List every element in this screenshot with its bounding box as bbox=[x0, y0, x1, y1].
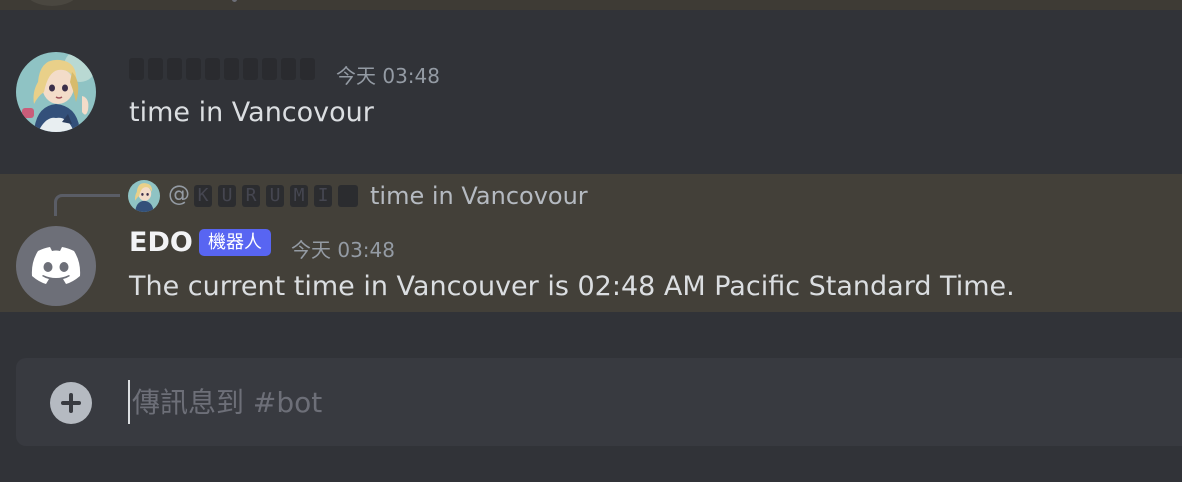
bot-avatar[interactable] bbox=[16, 226, 96, 306]
user-avatar[interactable] bbox=[16, 52, 96, 132]
previous-message-edge bbox=[0, 0, 1182, 10]
message-composer bbox=[16, 358, 1182, 446]
partial-avatar bbox=[26, 0, 78, 6]
reply-user-avatar[interactable] bbox=[128, 180, 160, 212]
reply-mention-prefix[interactable]: @ bbox=[168, 182, 190, 207]
message-item[interactable]: 今天 03:48 time in Vancovour bbox=[0, 36, 1182, 154]
message-timestamp: 今天 03:48 bbox=[336, 64, 440, 88]
message-content: The current time in Vancouver is 02:48 A… bbox=[129, 271, 1015, 302]
reply-mention-redacted[interactable]: KUR UMI bbox=[194, 184, 362, 208]
partial-glyph bbox=[232, 0, 237, 2]
reply-connector bbox=[54, 194, 120, 216]
chat-view: 今天 03:48 time in Vancovour @ KUR UMI tim… bbox=[0, 0, 1182, 482]
anime-avatar-image bbox=[16, 52, 96, 132]
message-input[interactable] bbox=[126, 376, 1032, 428]
discord-logo-icon bbox=[31, 247, 81, 284]
author-name-redacted[interactable] bbox=[129, 56, 319, 82]
text-caret bbox=[128, 380, 130, 424]
author-name[interactable]: EDO bbox=[129, 227, 193, 258]
message-timestamp: 今天 03:48 bbox=[291, 238, 395, 262]
reply-preview-text[interactable]: time in Vancovour bbox=[370, 182, 588, 210]
message-content: time in Vancovour bbox=[129, 97, 374, 128]
plus-circle-icon[interactable] bbox=[50, 382, 92, 424]
message-item-highlighted[interactable]: @ KUR UMI time in Vancovour EDO 機器人 今天 0… bbox=[0, 174, 1182, 312]
anime-avatar-image bbox=[128, 180, 160, 212]
bot-tag-badge: 機器人 bbox=[199, 229, 271, 256]
